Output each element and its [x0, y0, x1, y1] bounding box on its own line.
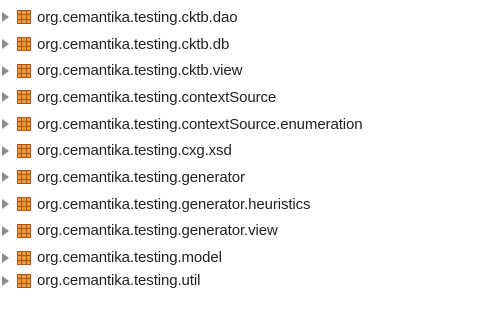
- package-label: org.cemantika.testing.contextSource.enum…: [37, 115, 363, 133]
- package-label: org.cemantika.testing.model: [37, 249, 222, 267]
- tree-item-package[interactable]: org.cemantika.testing.cxg.xsd: [0, 137, 504, 164]
- tree-item-package[interactable]: org.cemantika.testing.util: [0, 271, 504, 291]
- package-icon: [17, 273, 31, 288]
- tree-item-package[interactable]: org.cemantika.testing.cktb.view: [0, 57, 504, 84]
- package-label: org.cemantika.testing.util: [37, 272, 201, 290]
- package-label: org.cemantika.testing.generator.heuristi…: [37, 195, 311, 213]
- package-icon: [17, 250, 31, 265]
- expand-triangle-icon[interactable]: [2, 39, 9, 50]
- package-label: org.cemantika.testing.cktb.view: [37, 62, 243, 80]
- tree-item-package[interactable]: org.cemantika.testing.cktb.db: [0, 31, 504, 58]
- package-icon: [17, 90, 31, 105]
- expand-triangle-icon[interactable]: [2, 225, 9, 236]
- tree-item-package[interactable]: org.cemantika.testing.model: [0, 244, 504, 271]
- tree-item-package[interactable]: org.cemantika.testing.generator.heuristi…: [0, 191, 504, 218]
- package-icon: [17, 10, 31, 25]
- expand-triangle-icon[interactable]: [2, 199, 9, 210]
- package-label: org.cemantika.testing.cktb.db: [37, 35, 230, 53]
- package-label: org.cemantika.testing.cxg.xsd: [37, 142, 232, 160]
- tree-item-package[interactable]: org.cemantika.testing.cktb.dao: [0, 4, 504, 31]
- package-icon: [17, 143, 31, 158]
- expand-triangle-icon[interactable]: [2, 12, 9, 23]
- package-label: org.cemantika.testing.generator: [37, 168, 245, 186]
- package-icon: [17, 37, 31, 52]
- tree-item-package[interactable]: org.cemantika.testing.generator.view: [0, 218, 504, 245]
- expand-triangle-icon[interactable]: [2, 275, 9, 286]
- tree-item-package[interactable]: org.cemantika.testing.generator: [0, 164, 504, 191]
- expand-triangle-icon[interactable]: [2, 92, 9, 103]
- expand-triangle-icon[interactable]: [2, 119, 9, 130]
- tree-item-package[interactable]: org.cemantika.testing.contextSource: [0, 84, 504, 111]
- package-label: org.cemantika.testing.generator.view: [37, 222, 278, 240]
- tree-item-package[interactable]: org.cemantika.testing.contextSource.enum…: [0, 111, 504, 138]
- package-icon: [17, 170, 31, 185]
- package-icon: [17, 197, 31, 212]
- expand-triangle-icon[interactable]: [2, 65, 9, 76]
- package-explorer-tree: org.cemantika.testing.cktb.dao org.ceman…: [0, 4, 504, 291]
- package-icon: [17, 63, 31, 78]
- package-icon: [17, 223, 31, 238]
- package-label: org.cemantika.testing.cktb.dao: [37, 8, 238, 26]
- package-label: org.cemantika.testing.contextSource: [37, 88, 277, 106]
- expand-triangle-icon[interactable]: [2, 172, 9, 183]
- package-icon: [17, 117, 31, 132]
- expand-triangle-icon[interactable]: [2, 252, 9, 263]
- expand-triangle-icon[interactable]: [2, 145, 9, 156]
